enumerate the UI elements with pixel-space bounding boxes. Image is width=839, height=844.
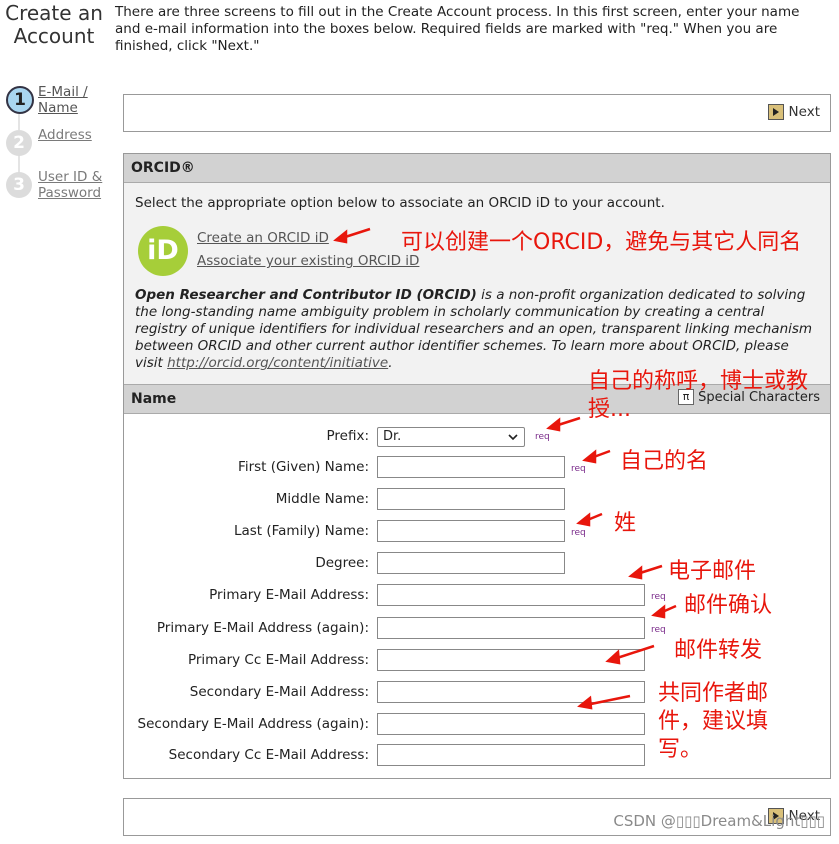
arrow-secondary <box>585 694 631 707</box>
annotation-cc-note: 邮件转发 <box>674 638 763 663</box>
annotation-email-confirm-note: 邮件确认 <box>684 593 773 618</box>
annotation-first-name-note: 自己的名 <box>620 449 709 474</box>
annotation-orcid-note: 可以创建一个ORCID，避免与其它人同名 <box>401 230 802 255</box>
arrow-cc <box>613 644 655 661</box>
annotation-secondary-note: 共同作者邮件，建议填写。 <box>658 681 769 762</box>
annotation-prefix-note: 自己的称呼，博士或教授... <box>588 369 809 422</box>
annotation-email-note: 电子邮件 <box>668 559 757 584</box>
annotation-last-name-note: 姓 <box>614 511 637 536</box>
csdn-watermark: CSDN @▯▯▯Dream&Light▯▯▯ <box>613 812 825 830</box>
